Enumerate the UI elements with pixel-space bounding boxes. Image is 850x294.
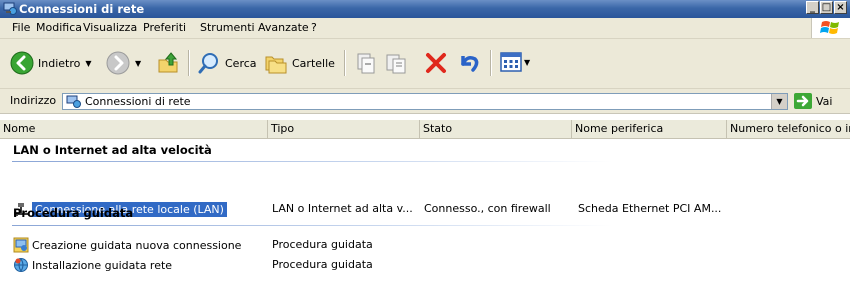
- wizard-type: Procedura guidata: [272, 258, 373, 271]
- views-dropdown-icon[interactable]: ▼: [524, 58, 530, 67]
- list-item[interactable]: Creazione guidata nuova connessione Proc…: [0, 236, 850, 254]
- forward-button[interactable]: ▼: [106, 51, 141, 75]
- move-to-button[interactable]: [354, 51, 378, 75]
- move-to-icon: [357, 53, 375, 74]
- title-bar[interactable]: Connessioni di rete _ □ ×: [0, 0, 850, 18]
- go-label: Vai: [816, 94, 833, 108]
- folders-icon: [265, 56, 287, 74]
- wizard-name: Creazione guidata nuova connessione: [32, 238, 242, 252]
- column-header-nome[interactable]: Nome: [0, 120, 268, 138]
- search-button[interactable]: Cerca: [197, 51, 257, 75]
- back-arrow-icon: [10, 51, 34, 75]
- toolbar-separator: [344, 50, 346, 76]
- go-button[interactable]: Vai: [794, 93, 832, 109]
- group-header-lan: LAN o Internet ad alta velocità: [13, 143, 212, 157]
- go-arrow-icon: [794, 93, 812, 109]
- back-label: Indietro: [38, 56, 81, 70]
- delete-x-icon: [426, 53, 446, 73]
- windows-logo: [811, 18, 850, 38]
- copy-to-icon: [386, 54, 406, 74]
- group-divider: [12, 225, 612, 226]
- menu-strumenti[interactable]: Strumenti: [200, 21, 255, 34]
- menu-modifica[interactable]: Modifica: [36, 21, 82, 34]
- address-bar: Indirizzo Connessioni di rete ▼ Vai: [0, 89, 850, 114]
- up-folder-icon: [158, 52, 178, 73]
- group-header-wizard: Procedura guidata: [13, 206, 134, 220]
- toolbar-separator: [490, 50, 492, 76]
- menu-preferiti[interactable]: Preferiti: [143, 21, 186, 34]
- menu-visualizza[interactable]: Visualizza: [83, 21, 137, 34]
- address-label: Indirizzo: [10, 94, 57, 107]
- up-folder-button[interactable]: [157, 51, 181, 75]
- column-headers: Nome Tipo Stato Nome periferica Numero t…: [0, 120, 850, 139]
- column-header-tipo[interactable]: Tipo: [268, 120, 420, 138]
- network-setup-wizard-icon: [14, 258, 28, 272]
- menu-help[interactable]: ?: [311, 21, 317, 34]
- maximize-button[interactable]: □: [820, 1, 833, 14]
- close-button[interactable]: ×: [834, 1, 847, 14]
- toolbar-separator: [188, 50, 190, 76]
- wizard-name: Installazione guidata rete: [32, 258, 173, 272]
- menu-avanzate[interactable]: Avanzate: [258, 21, 309, 34]
- connection-device: Scheda Ethernet PCI AM...: [578, 202, 722, 215]
- forward-arrow-icon: [106, 51, 130, 75]
- menu-file[interactable]: File: [12, 21, 30, 34]
- address-field[interactable]: Connessioni di rete ▼: [62, 93, 788, 110]
- network-connections-icon: [3, 2, 17, 15]
- views-button[interactable]: ▼: [500, 51, 530, 73]
- copy-to-button[interactable]: [384, 51, 408, 75]
- search-label: Cerca: [225, 56, 257, 70]
- back-dropdown-icon[interactable]: ▼: [85, 59, 91, 68]
- address-dropdown-icon[interactable]: ▼: [771, 94, 787, 109]
- folders-button[interactable]: Cartelle: [264, 51, 335, 75]
- forward-dropdown-icon[interactable]: ▼: [135, 59, 141, 68]
- new-connection-wizard-icon: [13, 237, 29, 253]
- list-item[interactable]: Installazione guidata rete Procedura gui…: [0, 256, 850, 274]
- search-icon: [198, 53, 218, 74]
- undo-icon: [461, 56, 479, 72]
- connection-status: Connesso., con firewall: [424, 202, 551, 215]
- column-header-telefono[interactable]: Numero telefonico o in: [727, 120, 850, 138]
- menu-bar: File Modifica Visualizza Preferiti Strum…: [0, 18, 850, 39]
- column-header-periferica[interactable]: Nome periferica: [572, 120, 727, 138]
- explorer-window: Connessioni di rete _ □ × File Modifica …: [0, 0, 850, 294]
- minimize-button[interactable]: _: [806, 1, 819, 14]
- back-button[interactable]: Indietro ▼: [10, 51, 92, 75]
- folders-label: Cartelle: [292, 56, 335, 70]
- group-divider: [12, 161, 612, 162]
- windows-flag-icon: [820, 21, 839, 34]
- network-connections-icon: [66, 95, 81, 108]
- wizard-type: Procedura guidata: [272, 238, 373, 251]
- column-header-stato[interactable]: Stato: [420, 120, 572, 138]
- connection-type: LAN o Internet ad alta v...: [272, 202, 413, 215]
- undo-button[interactable]: [457, 51, 481, 75]
- views-icon: [500, 52, 522, 72]
- window-title: Connessioni di rete: [19, 2, 145, 16]
- address-value: Connessioni di rete: [85, 95, 191, 108]
- delete-button[interactable]: [424, 51, 448, 75]
